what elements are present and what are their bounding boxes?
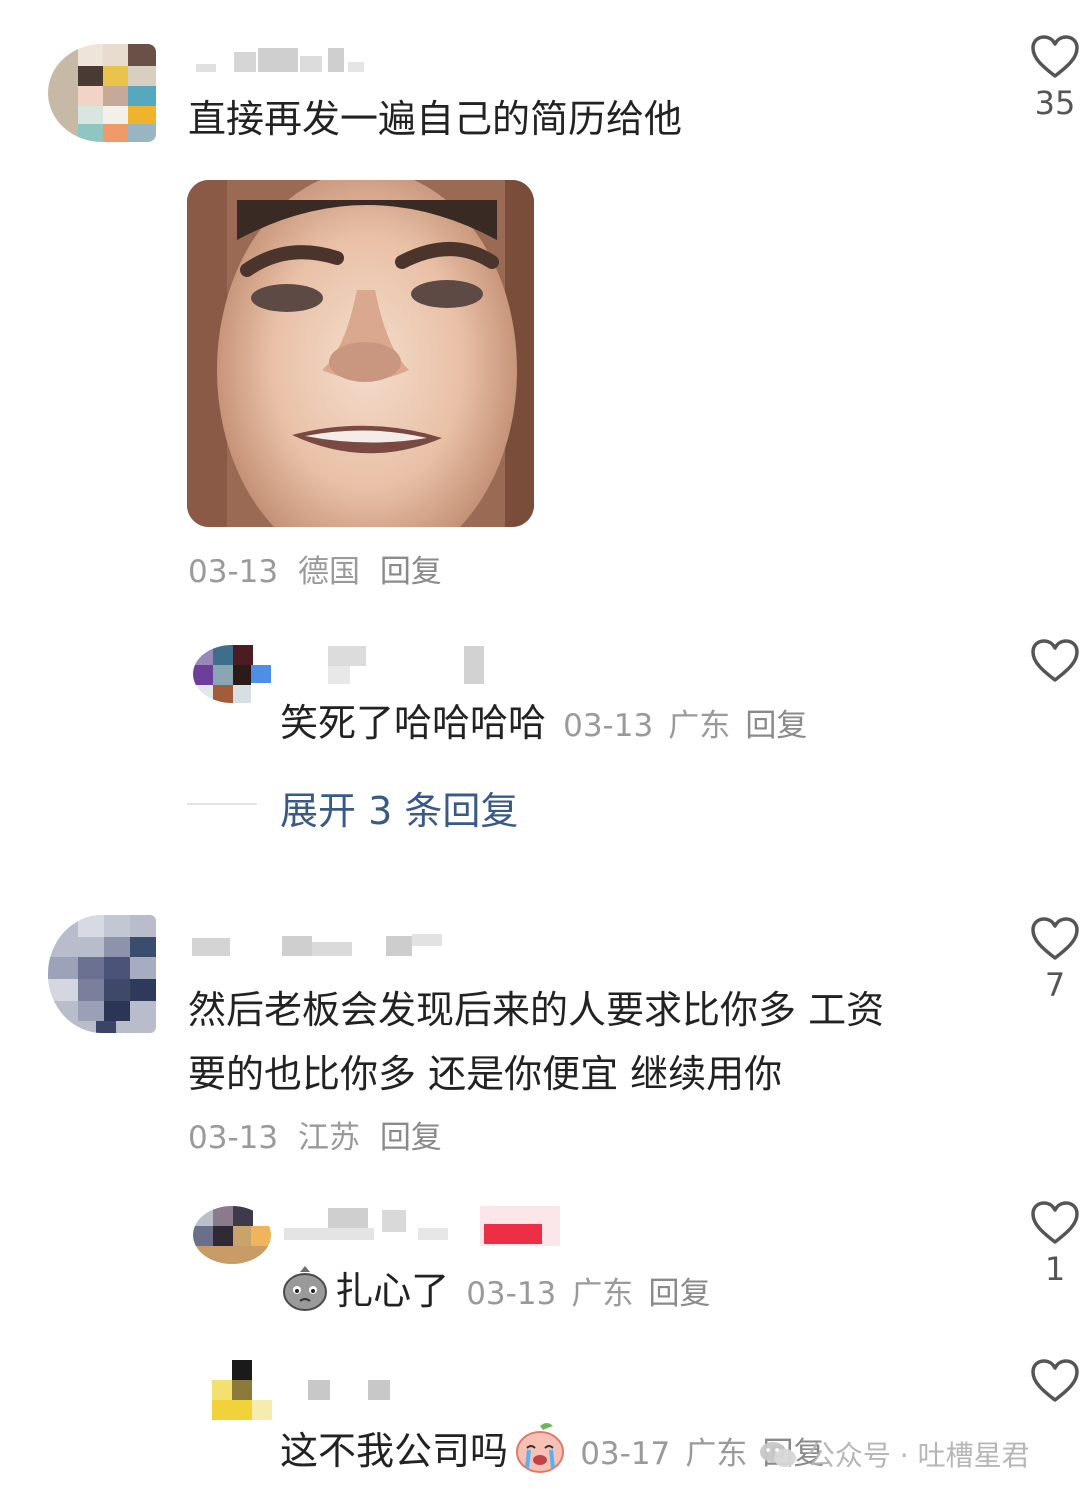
like-control[interactable]: 35 bbox=[1020, 34, 1080, 122]
like-count: 7 bbox=[1044, 966, 1066, 1004]
reply-date: 03-13 bbox=[466, 1276, 557, 1312]
reply-line: 笑死了哈哈哈哈 03-13 广东 回复 bbox=[280, 700, 807, 746]
reply-link[interactable]: 回复 bbox=[380, 1120, 442, 1156]
expand-replies-button[interactable]: 展开 3 条回复 bbox=[280, 780, 518, 835]
reply-region: 广东 bbox=[668, 708, 731, 744]
reply-link[interactable]: 回复 bbox=[648, 1276, 710, 1312]
comment-meta: 03-13 江苏 回复 bbox=[188, 1112, 442, 1157]
expand-divider bbox=[187, 803, 257, 805]
comment-text-line-2: 要的也比你多 还是你便宜 继续用你 bbox=[188, 1052, 783, 1096]
avatar[interactable] bbox=[193, 645, 271, 703]
heart-icon[interactable] bbox=[1030, 1200, 1080, 1246]
comment-image[interactable] bbox=[187, 180, 534, 527]
avatar[interactable] bbox=[48, 915, 156, 1033]
like-control[interactable]: 7 bbox=[1020, 916, 1080, 1004]
like-control[interactable] bbox=[1020, 638, 1080, 684]
comment-date: 03-13 bbox=[188, 1120, 279, 1156]
crying-peach-emoji-icon bbox=[516, 1423, 565, 1473]
comment-region: 江苏 bbox=[297, 1120, 360, 1156]
username-blurred[interactable] bbox=[190, 932, 450, 958]
reply-link[interactable]: 回复 bbox=[380, 554, 442, 590]
watermark: 公众号 · 吐槽星君 bbox=[758, 1434, 1030, 1474]
watermark-text: 公众号 · 吐槽星君 bbox=[806, 1439, 1030, 1472]
username-blurred[interactable] bbox=[188, 44, 378, 74]
wechat-icon bbox=[760, 1442, 796, 1467]
username-blurred[interactable] bbox=[328, 646, 488, 684]
heart-icon[interactable] bbox=[1030, 34, 1080, 80]
username-blurred[interactable] bbox=[308, 1380, 398, 1402]
like-control[interactable] bbox=[1020, 1358, 1080, 1404]
like-control[interactable]: 1 bbox=[1020, 1200, 1080, 1288]
comment-text: 然后老板会发现后来的人要求比你多 工资 要的也比你多 还是你便宜 继续用你 bbox=[188, 978, 884, 1106]
comment-meta: 03-13 德国 回复 bbox=[188, 546, 442, 591]
like-count: 35 bbox=[1034, 84, 1076, 122]
reply-text: 笑死了哈哈哈哈 bbox=[280, 701, 547, 745]
reply-line: 这不我公司吗 03-17 广东 回复 bbox=[280, 1420, 824, 1474]
reply-region: 广东 bbox=[571, 1276, 634, 1312]
reply-date: 03-13 bbox=[563, 708, 654, 744]
reply-region: 广东 bbox=[685, 1436, 748, 1472]
avatar[interactable] bbox=[212, 1360, 272, 1420]
comment-text: 直接再发一遍自己的简历给他 bbox=[188, 97, 683, 141]
heart-icon[interactable] bbox=[1030, 638, 1080, 684]
username-blurred[interactable] bbox=[284, 1206, 564, 1246]
heart-icon[interactable] bbox=[1030, 916, 1080, 962]
reply-text: 这不我公司吗 bbox=[280, 1429, 509, 1473]
sad-bag-emoji-icon bbox=[283, 1266, 327, 1311]
smiling-face-meme bbox=[187, 180, 534, 527]
comment-date: 03-13 bbox=[188, 554, 279, 590]
avatar[interactable] bbox=[48, 44, 156, 142]
reply-line: 扎心了 03-13 广东 回复 bbox=[280, 1262, 710, 1314]
reply-text: 扎心了 bbox=[335, 1269, 450, 1313]
avatar[interactable] bbox=[193, 1206, 271, 1264]
like-count: 1 bbox=[1044, 1250, 1066, 1288]
reply-date: 03-17 bbox=[580, 1436, 671, 1472]
comment-text-line-1: 然后老板会发现后来的人要求比你多 工资 bbox=[188, 988, 885, 1032]
heart-icon[interactable] bbox=[1030, 1358, 1080, 1404]
reply-link[interactable]: 回复 bbox=[745, 708, 807, 744]
comment-region: 德国 bbox=[297, 554, 360, 590]
